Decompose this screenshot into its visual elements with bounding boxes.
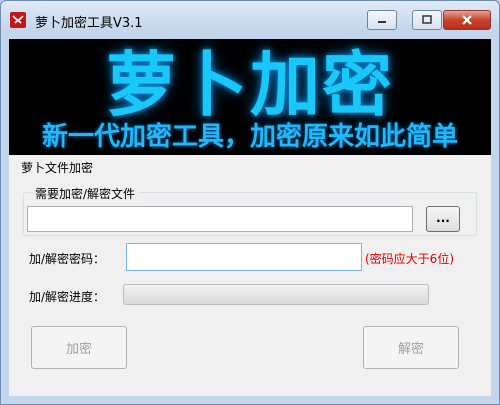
file-path-input[interactable] [27, 206, 413, 232]
decrypt-button[interactable]: 解密 [363, 326, 459, 369]
main-panel: 萝卜文件加密 需要加密/解密文件 ... 加/解密密码： (密码应大于6位) 加… [9, 155, 491, 396]
maximize-button[interactable] [412, 10, 442, 30]
minimize-button[interactable] [367, 10, 397, 30]
progress-label: 加/解密进度： [29, 290, 106, 304]
section-title: 萝卜文件加密 [21, 161, 94, 175]
banner: 萝卜加密 新一代加密工具，加密原来如此简单 [9, 39, 491, 155]
app-logo-icon [10, 12, 26, 28]
password-input[interactable] [126, 243, 362, 271]
banner-title: 萝卜加密 [106, 44, 394, 126]
maximize-icon [422, 15, 432, 24]
progress-bar [123, 284, 429, 305]
close-button[interactable] [443, 10, 491, 30]
close-icon [462, 15, 472, 25]
title-bar[interactable]: 萝卜加密工具V3.1 [1, 1, 499, 37]
browse-button[interactable]: ... [426, 206, 460, 232]
encrypt-button[interactable]: 加密 [31, 326, 127, 369]
minimize-icon [378, 21, 386, 23]
file-group-label: 需要加密/解密文件 [31, 185, 140, 202]
password-label: 加/解密密码： [29, 252, 106, 266]
app-window: 萝卜加密工具V3.1 萝卜加密 新一代加密工具，加密原来如此简单 萝卜文件加密 … [0, 0, 500, 405]
password-hint: (密码应大于6位) [365, 252, 454, 266]
banner-subtitle: 新一代加密工具，加密原来如此简单 [41, 122, 458, 152]
window-title: 萝卜加密工具V3.1 [35, 16, 143, 31]
